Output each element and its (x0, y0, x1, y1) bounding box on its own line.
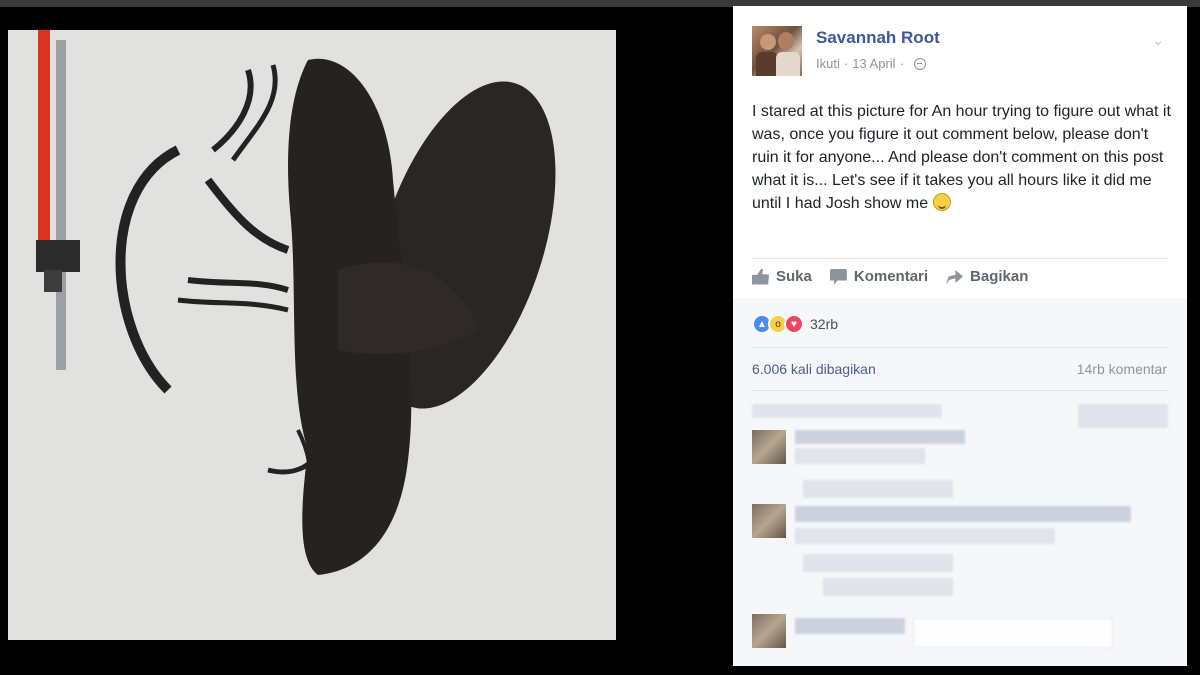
comment-button[interactable]: Komentari (829, 268, 929, 285)
love-reaction-icon: ♥ (784, 314, 804, 334)
comments-count[interactable]: 14rb komentar (1077, 361, 1167, 377)
painted-wall-image (8, 30, 616, 640)
reactions-summary[interactable]: ▲ o ♥ 32rb (752, 314, 838, 334)
post-meta: Ikuti · 13 April · (816, 56, 926, 71)
comment-icon (829, 268, 847, 285)
commenter-avatar[interactable] (752, 614, 786, 648)
blurred-comment (795, 430, 965, 444)
shares-count[interactable]: 6.006 kali dibagikan (752, 361, 876, 377)
post-text: I stared at this picture for An hour try… (752, 103, 1171, 212)
blurred-comment (803, 480, 953, 498)
blurred-text (1078, 404, 1168, 428)
thumbs-up-icon (752, 268, 769, 285)
commenter-avatar[interactable] (752, 430, 786, 464)
blurred-comment (795, 448, 925, 464)
post-body: I stared at this picture for An hour try… (752, 100, 1172, 215)
post-date[interactable]: 13 April (852, 56, 895, 71)
divider (752, 390, 1168, 391)
post-header: Savannah Root Ikuti · 13 April · ⌄ (752, 26, 1172, 86)
commenter-avatar[interactable] (752, 504, 786, 538)
feedback-area (733, 298, 1187, 666)
reaction-count: 32rb (810, 316, 839, 332)
blurred-comment (795, 528, 1055, 544)
follow-link[interactable]: Ikuti (816, 56, 840, 71)
blurred-comment (803, 554, 953, 572)
author-avatar[interactable] (752, 26, 802, 76)
author-name[interactable]: Savannah Root (816, 28, 940, 48)
post-panel: Savannah Root Ikuti · 13 April · ⌄ I sta… (733, 6, 1187, 666)
divider (752, 258, 1168, 259)
laughing-emoji-icon (932, 193, 951, 211)
comment-label: Komentari (853, 268, 929, 285)
like-button[interactable]: Suka (752, 268, 812, 285)
share-button[interactable]: Bagikan (946, 268, 1028, 285)
like-label: Suka (776, 268, 812, 285)
action-bar: Suka Komentari Bagikan (752, 268, 1028, 285)
reply-input[interactable] (913, 618, 1113, 648)
meta-separator: · (843, 56, 849, 71)
blurred-comment (795, 506, 1131, 522)
blurred-comment (823, 578, 953, 596)
blurred-comment (795, 618, 905, 634)
globe-icon (913, 57, 926, 70)
post-photo[interactable] (8, 30, 616, 640)
meta-separator: · (899, 56, 904, 71)
share-icon (946, 270, 964, 285)
divider (752, 347, 1168, 348)
blurred-text (752, 404, 942, 418)
chevron-down-icon[interactable]: ⌄ (1152, 32, 1164, 49)
share-label: Bagikan (970, 268, 1029, 285)
